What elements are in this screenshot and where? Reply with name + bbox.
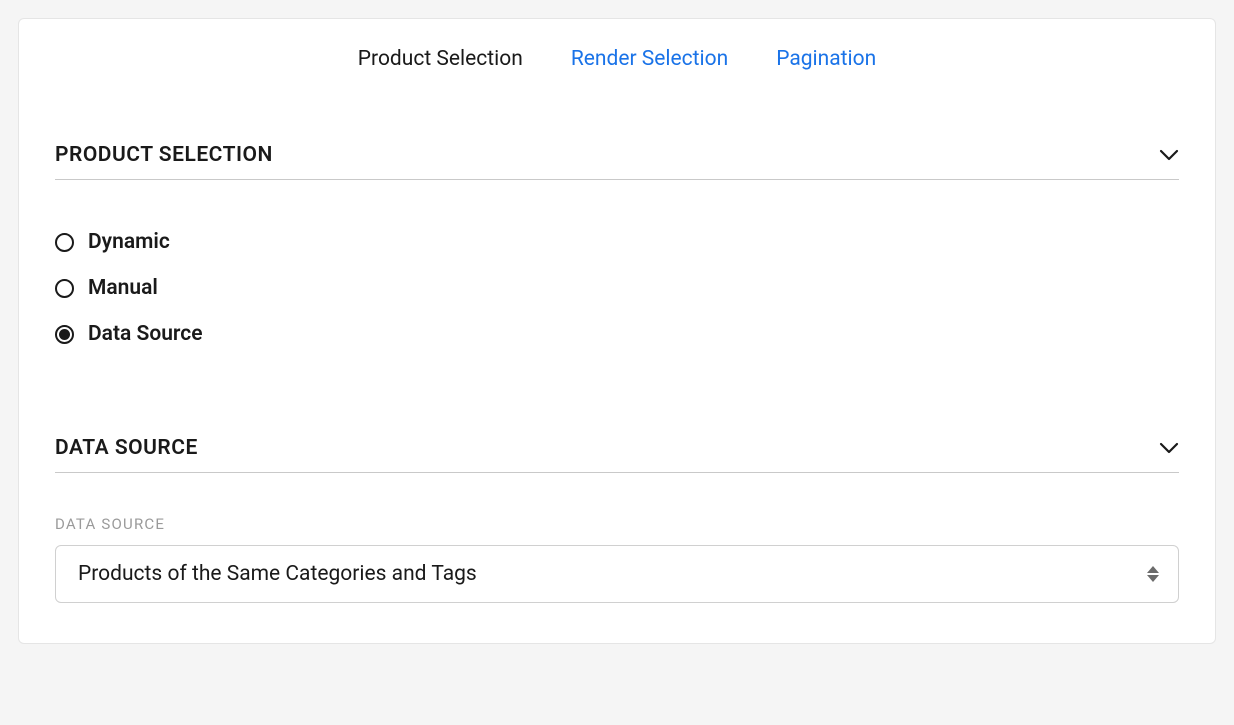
data-source-select-wrap: Products of the Same Categories and Tags [55,545,1179,603]
tab-render-selection[interactable]: Render Selection [571,47,728,71]
data-source-section: DATA SOURCE DATA SOURCE Products of the … [55,436,1179,603]
radio-icon [55,279,74,298]
radio-label: Manual [88,276,158,300]
radio-icon [55,233,74,252]
chevron-down-icon [1159,145,1179,165]
data-source-select[interactable]: Products of the Same Categories and Tags [55,545,1179,603]
radio-icon [55,325,74,344]
radio-manual[interactable]: Manual [55,276,1179,300]
radio-dynamic[interactable]: Dynamic [55,230,1179,254]
data-source-field-label: DATA SOURCE [55,515,1179,533]
radio-data-source[interactable]: Data Source [55,322,1179,346]
product-selection-header[interactable]: PRODUCT SELECTION [55,143,1179,180]
radio-label: Data Source [88,322,203,346]
data-source-title: DATA SOURCE [55,436,198,460]
tab-bar: Product Selection Render Selection Pagin… [55,47,1179,71]
radio-label: Dynamic [88,230,170,254]
product-selection-title: PRODUCT SELECTION [55,143,273,167]
product-selection-section: PRODUCT SELECTION Dynamic Manual Data So… [55,143,1179,346]
product-selection-radio-group: Dynamic Manual Data Source [55,230,1179,346]
settings-card: Product Selection Render Selection Pagin… [18,18,1216,644]
data-source-header[interactable]: DATA SOURCE [55,436,1179,473]
tab-product-selection[interactable]: Product Selection [358,47,523,71]
chevron-down-icon [1159,438,1179,458]
tab-pagination[interactable]: Pagination [776,47,876,71]
